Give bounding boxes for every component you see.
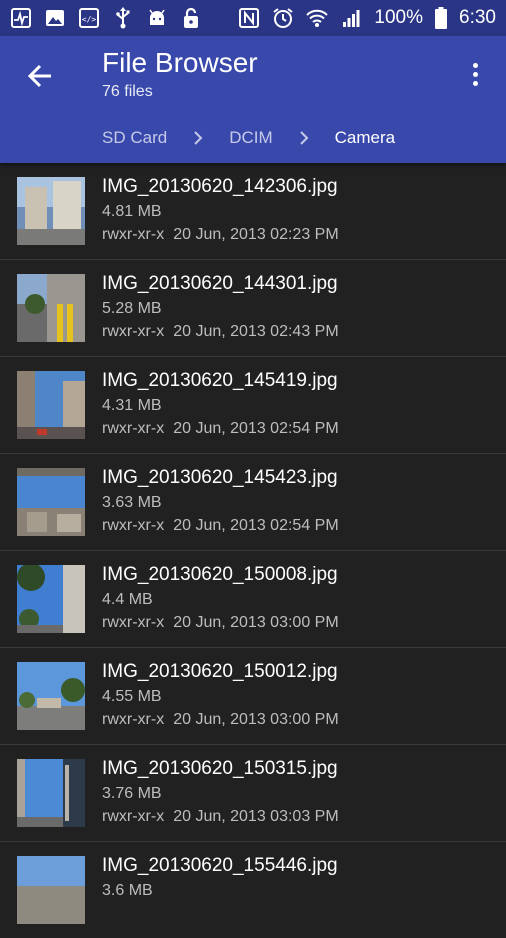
file-permissions: rwxr-xr-x: [102, 323, 165, 340]
status-bar: </> 100% 6:30: [0, 0, 506, 36]
code-icon: </>: [78, 7, 100, 29]
more-vert-icon: [472, 62, 478, 68]
status-left-icons: </>: [10, 7, 202, 29]
list-item[interactable]: IMG_20130620_150315.jpg 3.76 MB rwxr-xr-…: [0, 745, 506, 842]
file-date: 20 Jun, 2013 02:54 PM: [173, 420, 339, 437]
image-thumbnail: [17, 468, 85, 536]
app-bar: File Browser 76 files SD Card DCIM Camer…: [0, 36, 506, 163]
list-item[interactable]: IMG_20130620_144301.jpg 5.28 MB rwxr-xr-…: [0, 260, 506, 357]
wifi-icon: [306, 7, 329, 29]
file-name: IMG_20130620_145419.jpg: [102, 370, 338, 391]
file-meta: rwxr-xr-x 20 Jun, 2013 02:43 PM: [102, 323, 339, 341]
file-permissions: rwxr-xr-x: [102, 517, 165, 534]
clock: 6:30: [459, 7, 496, 28]
image-icon: [44, 7, 66, 29]
lock-open-icon: [180, 7, 202, 29]
file-size: 3.63 MB: [102, 494, 162, 511]
breadcrumb-camera[interactable]: Camera: [335, 128, 395, 148]
file-permissions: rwxr-xr-x: [102, 614, 165, 631]
image-thumbnail: [17, 371, 85, 439]
file-size: 4.81 MB: [102, 203, 162, 220]
file-size: 3.6 MB: [102, 882, 153, 899]
arrow-back-icon: [27, 64, 51, 88]
android-icon: [146, 7, 168, 29]
battery-icon: [435, 7, 448, 29]
back-button[interactable]: [20, 56, 60, 96]
list-item[interactable]: IMG_20130620_145423.jpg 3.63 MB rwxr-xr-…: [0, 454, 506, 551]
file-name: IMG_20130620_145423.jpg: [102, 467, 338, 488]
file-date: 20 Jun, 2013 03:03 PM: [173, 808, 339, 825]
file-name: IMG_20130620_142306.jpg: [102, 176, 338, 197]
file-size: 4.31 MB: [102, 397, 162, 414]
file-date: 20 Jun, 2013 03:00 PM: [173, 711, 339, 728]
page-title: File Browser: [102, 47, 258, 78]
image-thumbnail: [17, 177, 85, 245]
breadcrumb: SD Card DCIM Camera: [102, 128, 395, 148]
list-item[interactable]: IMG_20130620_142306.jpg 4.81 MB rwxr-xr-…: [0, 163, 506, 260]
file-list: IMG_20130620_142306.jpg 4.81 MB rwxr-xr-…: [0, 163, 506, 938]
breadcrumb-dcim[interactable]: DCIM: [229, 128, 272, 148]
file-meta: rwxr-xr-x 20 Jun, 2013 02:54 PM: [102, 420, 339, 438]
file-date: 20 Jun, 2013 03:00 PM: [173, 614, 339, 631]
image-thumbnail: [17, 856, 85, 924]
file-meta: rwxr-xr-x 20 Jun, 2013 02:23 PM: [102, 226, 339, 244]
file-meta: rwxr-xr-x 20 Jun, 2013 02:54 PM: [102, 517, 339, 535]
list-item[interactable]: IMG_20130620_150012.jpg 4.55 MB rwxr-xr-…: [0, 648, 506, 745]
file-name: IMG_20130620_150008.jpg: [102, 564, 338, 585]
file-name: IMG_20130620_150315.jpg: [102, 758, 338, 779]
file-count: 76 files: [102, 83, 153, 100]
file-size: 3.76 MB: [102, 785, 162, 802]
image-thumbnail: [17, 565, 85, 633]
file-permissions: rwxr-xr-x: [102, 711, 165, 728]
list-item[interactable]: IMG_20130620_145419.jpg 4.31 MB rwxr-xr-…: [0, 357, 506, 454]
list-item[interactable]: IMG_20130620_150008.jpg 4.4 MB rwxr-xr-x…: [0, 551, 506, 648]
alarm-icon: [272, 7, 294, 29]
nfc-icon: [238, 7, 260, 29]
status-right-icons: 100% 6:30: [238, 7, 496, 29]
file-meta: rwxr-xr-x 20 Jun, 2013 03:03 PM: [102, 808, 339, 826]
file-date: 20 Jun, 2013 02:23 PM: [173, 226, 339, 243]
overflow-menu-button[interactable]: [462, 58, 488, 90]
file-permissions: rwxr-xr-x: [102, 420, 165, 437]
file-permissions: rwxr-xr-x: [102, 808, 165, 825]
image-thumbnail: [17, 274, 85, 342]
file-name: IMG_20130620_144301.jpg: [102, 273, 338, 294]
file-meta: [102, 905, 111, 923]
file-size: 5.28 MB: [102, 300, 162, 317]
file-name: IMG_20130620_150012.jpg: [102, 661, 338, 682]
file-permissions: rwxr-xr-x: [102, 226, 165, 243]
image-thumbnail: [17, 759, 85, 827]
svg-text:</>: </>: [82, 15, 97, 24]
breadcrumb-sd-card[interactable]: SD Card: [102, 128, 167, 148]
file-meta: rwxr-xr-x 20 Jun, 2013 03:00 PM: [102, 711, 339, 729]
usb-icon: [112, 7, 134, 29]
file-name: IMG_20130620_155446.jpg: [102, 855, 338, 876]
chevron-right-icon: [191, 131, 205, 145]
file-meta: rwxr-xr-x 20 Jun, 2013 03:00 PM: [102, 614, 339, 632]
file-size: 4.4 MB: [102, 591, 153, 608]
file-date: 20 Jun, 2013 02:54 PM: [173, 517, 339, 534]
file-size: 4.55 MB: [102, 688, 162, 705]
chevron-right-icon: [297, 131, 311, 145]
image-thumbnail: [17, 662, 85, 730]
list-item[interactable]: IMG_20130620_155446.jpg 3.6 MB: [0, 842, 506, 938]
activity-icon: [10, 7, 32, 29]
file-date: 20 Jun, 2013 02:43 PM: [173, 323, 339, 340]
signal-icon: [340, 7, 362, 29]
battery-percent: 100%: [374, 7, 424, 28]
